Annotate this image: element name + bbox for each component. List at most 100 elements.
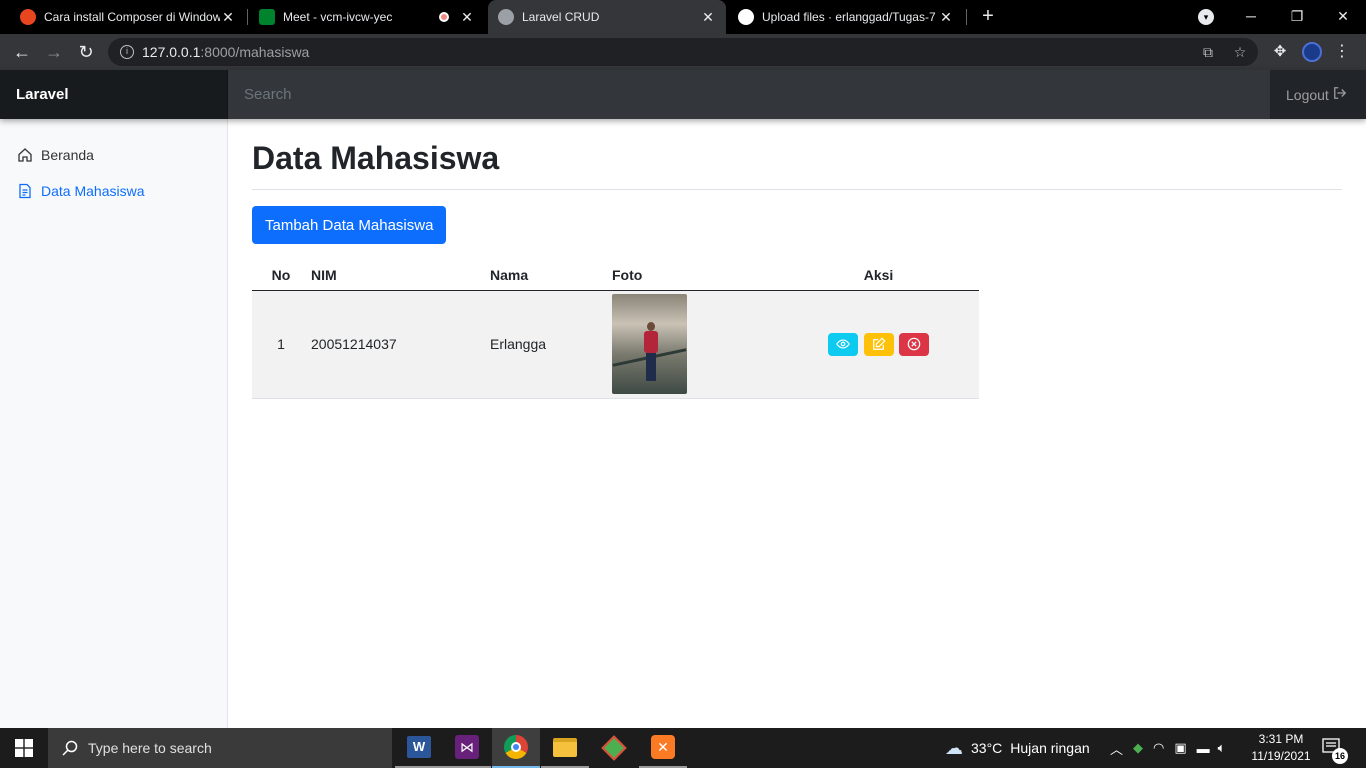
close-icon[interactable]: ✕ bbox=[938, 9, 954, 26]
taskbar-clock[interactable]: 3:31 PM 11/19/2021 bbox=[1250, 731, 1312, 765]
extensions-icon[interactable]: ✥ bbox=[1270, 42, 1290, 62]
notification-count: 16 bbox=[1332, 748, 1348, 764]
cell-aksi bbox=[778, 290, 979, 399]
mahasiswa-table: No NIM Nama Foto Aksi 1 20051214037 Erla… bbox=[252, 260, 979, 399]
column-header-no: No bbox=[252, 260, 310, 291]
eye-icon bbox=[835, 339, 850, 349]
weather-temp: 33°C bbox=[971, 740, 1003, 756]
search-icon bbox=[62, 740, 78, 756]
sidebar-item-label: Data Mahasiswa bbox=[41, 183, 145, 199]
table-row: 1 20051214037 Erlangga bbox=[252, 290, 979, 399]
tab-title: Meet - vcm-ivcw-yec bbox=[283, 10, 393, 24]
minimize-button[interactable]: ─ bbox=[1228, 0, 1274, 34]
tab-laravel-crud[interactable]: Laravel CRUD ✕ bbox=[488, 0, 726, 34]
close-icon[interactable]: ✕ bbox=[220, 9, 236, 26]
column-header-foto: Foto bbox=[612, 260, 778, 291]
address-bar[interactable]: i 127.0.0.1:8000/mahasiswa bbox=[108, 38, 1258, 66]
windows-icon bbox=[15, 739, 33, 757]
meet-tray-icon[interactable]: ▣ bbox=[1174, 740, 1186, 756]
tab-github[interactable]: Upload files · erlanggad/Tugas-7 ✕ bbox=[728, 0, 964, 34]
browser-menu-icon[interactable]: ⋮ bbox=[1334, 42, 1350, 62]
view-button[interactable] bbox=[827, 332, 858, 356]
browser-toolbar: ← → ↻ i 127.0.0.1:8000/mahasiswa ⧉ ☆ ✥ ⋮ bbox=[0, 34, 1366, 70]
volume-icon[interactable]: 🔈︎ bbox=[1218, 740, 1226, 756]
clock-time: 3:31 PM bbox=[1258, 732, 1304, 746]
translate-icon[interactable]: ⧉ bbox=[1198, 42, 1218, 62]
main-content: Data Mahasiswa Tambah Data Mahasiswa No … bbox=[252, 119, 1342, 399]
column-header-nama: Nama bbox=[490, 260, 612, 291]
chevron-up-icon[interactable]: ︿ bbox=[1110, 739, 1123, 758]
cell-no: 1 bbox=[252, 290, 310, 399]
logout-label: Logout bbox=[1286, 86, 1329, 103]
red-favicon-icon bbox=[20, 9, 36, 25]
sidebar-item-label: Beranda bbox=[41, 147, 94, 163]
tab-title: Laravel CRUD bbox=[522, 10, 600, 24]
github-icon bbox=[738, 9, 754, 25]
title-divider bbox=[252, 189, 1342, 190]
network-app-icon[interactable]: ◆ bbox=[1133, 740, 1143, 756]
reload-icon[interactable]: ↻ bbox=[74, 40, 98, 64]
tab-separator bbox=[247, 9, 248, 25]
browser-tab-strip: Cara install Composer di Windows ✕ Meet … bbox=[0, 0, 1366, 34]
tab-composer[interactable]: Cara install Composer di Windows ✕ bbox=[10, 0, 246, 34]
new-tab-button[interactable]: + bbox=[976, 4, 1000, 28]
url-path: :8000/mahasiswa bbox=[200, 44, 310, 60]
battery-icon[interactable]: ▬ bbox=[1197, 741, 1210, 756]
logout-icon bbox=[1333, 86, 1347, 103]
tab-search-icon[interactable]: ▾ bbox=[1198, 9, 1214, 25]
weather-text: Hujan ringan bbox=[1010, 740, 1090, 756]
cell-nama: Erlangga bbox=[490, 290, 612, 399]
cell-foto bbox=[612, 290, 778, 399]
column-header-nim: NIM bbox=[310, 260, 490, 291]
close-icon[interactable]: ✕ bbox=[700, 9, 716, 26]
tab-title: Upload files · erlanggad/Tugas-7 bbox=[762, 10, 936, 24]
taskbar-search-placeholder: Type here to search bbox=[88, 740, 212, 756]
wifi-icon[interactable]: ◠ bbox=[1153, 740, 1164, 756]
system-tray: ︿ ◆ ◠ ▣ ▬ 🔈︎ bbox=[1110, 728, 1225, 768]
logout-link[interactable]: Logout bbox=[1270, 70, 1366, 119]
student-photo bbox=[612, 294, 687, 394]
page-title: Data Mahasiswa bbox=[252, 140, 500, 176]
globe-icon bbox=[498, 9, 514, 25]
site-info-icon[interactable]: i bbox=[120, 45, 134, 59]
google-meet-icon bbox=[259, 9, 275, 25]
home-icon bbox=[17, 147, 33, 163]
app-navbar: Laravel Logout bbox=[0, 70, 1366, 119]
tab-title: Cara install Composer di Windows bbox=[44, 10, 220, 24]
forward-icon[interactable]: → bbox=[42, 40, 66, 64]
start-button[interactable] bbox=[0, 728, 48, 768]
cell-nim: 20051214037 bbox=[310, 290, 490, 399]
file-explorer-icon[interactable] bbox=[541, 728, 589, 768]
column-header-aksi: Aksi bbox=[778, 260, 979, 291]
cloud-rain-icon: ☁ bbox=[945, 737, 963, 758]
taskbar-search-box[interactable]: Type here to search bbox=[48, 728, 392, 768]
visual-studio-icon[interactable]: ⋈ bbox=[443, 728, 491, 768]
word-icon[interactable]: W bbox=[395, 728, 443, 768]
edit-button[interactable] bbox=[863, 332, 894, 356]
windows-taskbar: Type here to search W ⋈ ✕ ☁ 33°C Hujan r… bbox=[0, 728, 1366, 768]
recording-icon bbox=[439, 12, 449, 22]
profile-avatar[interactable] bbox=[1302, 42, 1322, 62]
close-window-button[interactable]: ✕ bbox=[1320, 0, 1366, 34]
delete-button[interactable] bbox=[899, 332, 930, 356]
tab-meet[interactable]: Meet - vcm-ivcw-yec ✕ bbox=[249, 0, 485, 34]
table-header-row: No NIM Nama Foto Aksi bbox=[252, 260, 979, 291]
chrome-icon[interactable] bbox=[492, 728, 540, 768]
restore-button[interactable]: ❐ bbox=[1274, 0, 1320, 34]
x-circle-icon bbox=[908, 337, 921, 351]
sidebar-item-beranda[interactable]: Beranda bbox=[0, 137, 227, 173]
close-icon[interactable]: ✕ bbox=[459, 9, 475, 26]
git-icon[interactable] bbox=[590, 728, 638, 768]
weather-widget[interactable]: ☁ 33°C Hujan ringan bbox=[945, 728, 1090, 768]
add-mahasiswa-button[interactable]: Tambah Data Mahasiswa bbox=[252, 206, 447, 244]
url-host: 127.0.0.1 bbox=[142, 44, 201, 60]
file-text-icon bbox=[17, 183, 33, 199]
tab-separator bbox=[966, 9, 967, 25]
search-input[interactable] bbox=[228, 70, 1270, 119]
sidebar: Beranda Data Mahasiswa bbox=[0, 119, 228, 728]
navbar-brand[interactable]: Laravel bbox=[0, 70, 228, 119]
sidebar-item-data-mahasiswa[interactable]: Data Mahasiswa bbox=[0, 173, 227, 209]
back-icon[interactable]: ← bbox=[10, 40, 34, 64]
xampp-icon[interactable]: ✕ bbox=[639, 728, 687, 768]
bookmark-star-icon[interactable]: ☆ bbox=[1230, 42, 1250, 62]
